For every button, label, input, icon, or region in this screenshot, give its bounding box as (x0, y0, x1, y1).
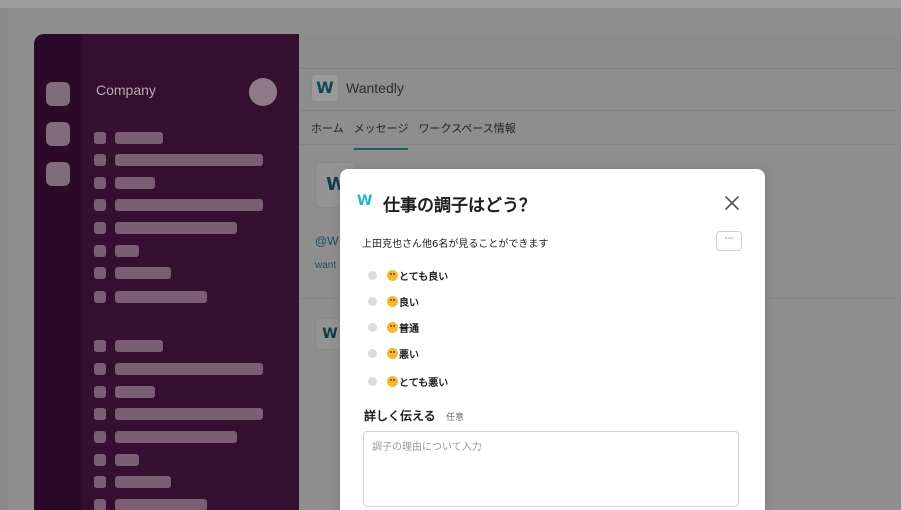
sidebar-item-icon (94, 431, 106, 443)
radio-button[interactable] (368, 296, 377, 306)
option-normal[interactable]: 普通 (368, 319, 419, 335)
sidebar-item-placeholder (115, 408, 263, 420)
sidebar-item-placeholder (115, 154, 263, 166)
sidebar-item-placeholder (115, 386, 155, 398)
detail-label: 詳しく伝える (364, 409, 436, 423)
team-name[interactable]: Company (96, 82, 156, 98)
smile-emoji-icon (387, 269, 398, 281)
option-label: とても良い (399, 271, 449, 283)
close-icon[interactable] (722, 193, 742, 213)
sad-emoji-icon (387, 375, 398, 387)
bg-link-text[interactable]: want (315, 260, 336, 271)
sidebar-item-icon (94, 177, 106, 189)
radio-button[interactable] (368, 270, 377, 280)
sidebar-item-placeholder (115, 340, 163, 352)
sidebar-item-icon (94, 454, 106, 466)
wantedly-logo-icon: W (311, 74, 339, 102)
tab-home[interactable]: ホーム (311, 120, 344, 144)
sidebar-item-placeholder (115, 199, 263, 211)
sidebar-item-icon (94, 408, 106, 420)
sidebar-item-icon (94, 363, 106, 375)
sidebar-item-placeholder (115, 476, 171, 488)
option-very-good[interactable]: とても良い (368, 267, 448, 283)
neutral-emoji-icon (387, 321, 398, 333)
screen-left-edge (0, 8, 8, 510)
visibility-text: 上田克也さん他6名が見ることができます (362, 239, 549, 250)
sidebar-item-icon (94, 291, 106, 303)
sidebar-item-placeholder (115, 222, 237, 234)
workspace-rail (34, 34, 82, 510)
main-top-bar (299, 34, 901, 69)
app-tabs: ホーム メッセージ ワークスペース情報 (311, 120, 516, 150)
option-label: とても悪い (399, 377, 449, 389)
option-bad[interactable]: 悪い (368, 345, 419, 361)
screen-top-strip (0, 0, 901, 8)
sidebar-item-placeholder (115, 454, 139, 466)
radio-button[interactable] (368, 322, 377, 332)
survey-modal: W 仕事の調子はどう？ 上田克也さん他6名が見ることができます ··· とても良… (340, 169, 765, 510)
bg-mention-text: @W (315, 234, 339, 248)
optional-badge: 任意 (446, 413, 465, 423)
sidebar-item-icon (94, 386, 106, 398)
sidebar-item-icon (94, 340, 106, 352)
sidebar-item-icon (94, 267, 106, 279)
sidebar-item-placeholder (115, 291, 207, 303)
sidebar-item-placeholder (115, 499, 207, 510)
workspace-icon[interactable] (46, 162, 70, 186)
wantedly-logo-icon: W (357, 193, 373, 209)
sidebar-item-placeholder (115, 245, 139, 257)
sidebar-item-icon (94, 476, 106, 488)
sidebar: Company (82, 34, 299, 510)
sidebar-item-placeholder (115, 431, 237, 443)
app-title[interactable]: Wantedly (346, 80, 404, 96)
thinking-emoji-icon (387, 347, 398, 359)
reason-input[interactable] (363, 431, 739, 507)
avatar[interactable] (249, 78, 277, 106)
sidebar-item-placeholder (115, 363, 263, 375)
sidebar-item-icon (94, 132, 106, 144)
option-very-bad[interactable]: とても悪い (368, 373, 448, 389)
option-label: 普通 (399, 323, 419, 335)
option-label: 悪い (399, 349, 419, 361)
option-good[interactable]: 良い (368, 293, 419, 309)
divider (299, 144, 901, 145)
sidebar-item-icon (94, 154, 106, 166)
smile-emoji-icon (387, 295, 398, 307)
sidebar-item-icon (94, 222, 106, 234)
tab-workspace-info[interactable]: ワークスペース情報 (418, 120, 515, 144)
workspace-icon[interactable] (46, 82, 70, 106)
sidebar-item-icon (94, 499, 106, 510)
radio-button[interactable] (368, 348, 377, 358)
more-options-button[interactable]: ··· (716, 231, 742, 251)
tab-messages[interactable]: メッセージ (353, 120, 408, 150)
radio-button[interactable] (368, 376, 377, 386)
workspace-icon[interactable] (46, 122, 70, 146)
sidebar-item-placeholder (115, 132, 163, 144)
modal-title: 仕事の調子はどう？ (383, 196, 536, 216)
sidebar-item-placeholder (115, 267, 171, 279)
sidebar-item-placeholder (115, 177, 155, 189)
option-label: 良い (399, 297, 419, 309)
sidebar-item-icon (94, 245, 106, 257)
sidebar-item-icon (94, 199, 106, 211)
